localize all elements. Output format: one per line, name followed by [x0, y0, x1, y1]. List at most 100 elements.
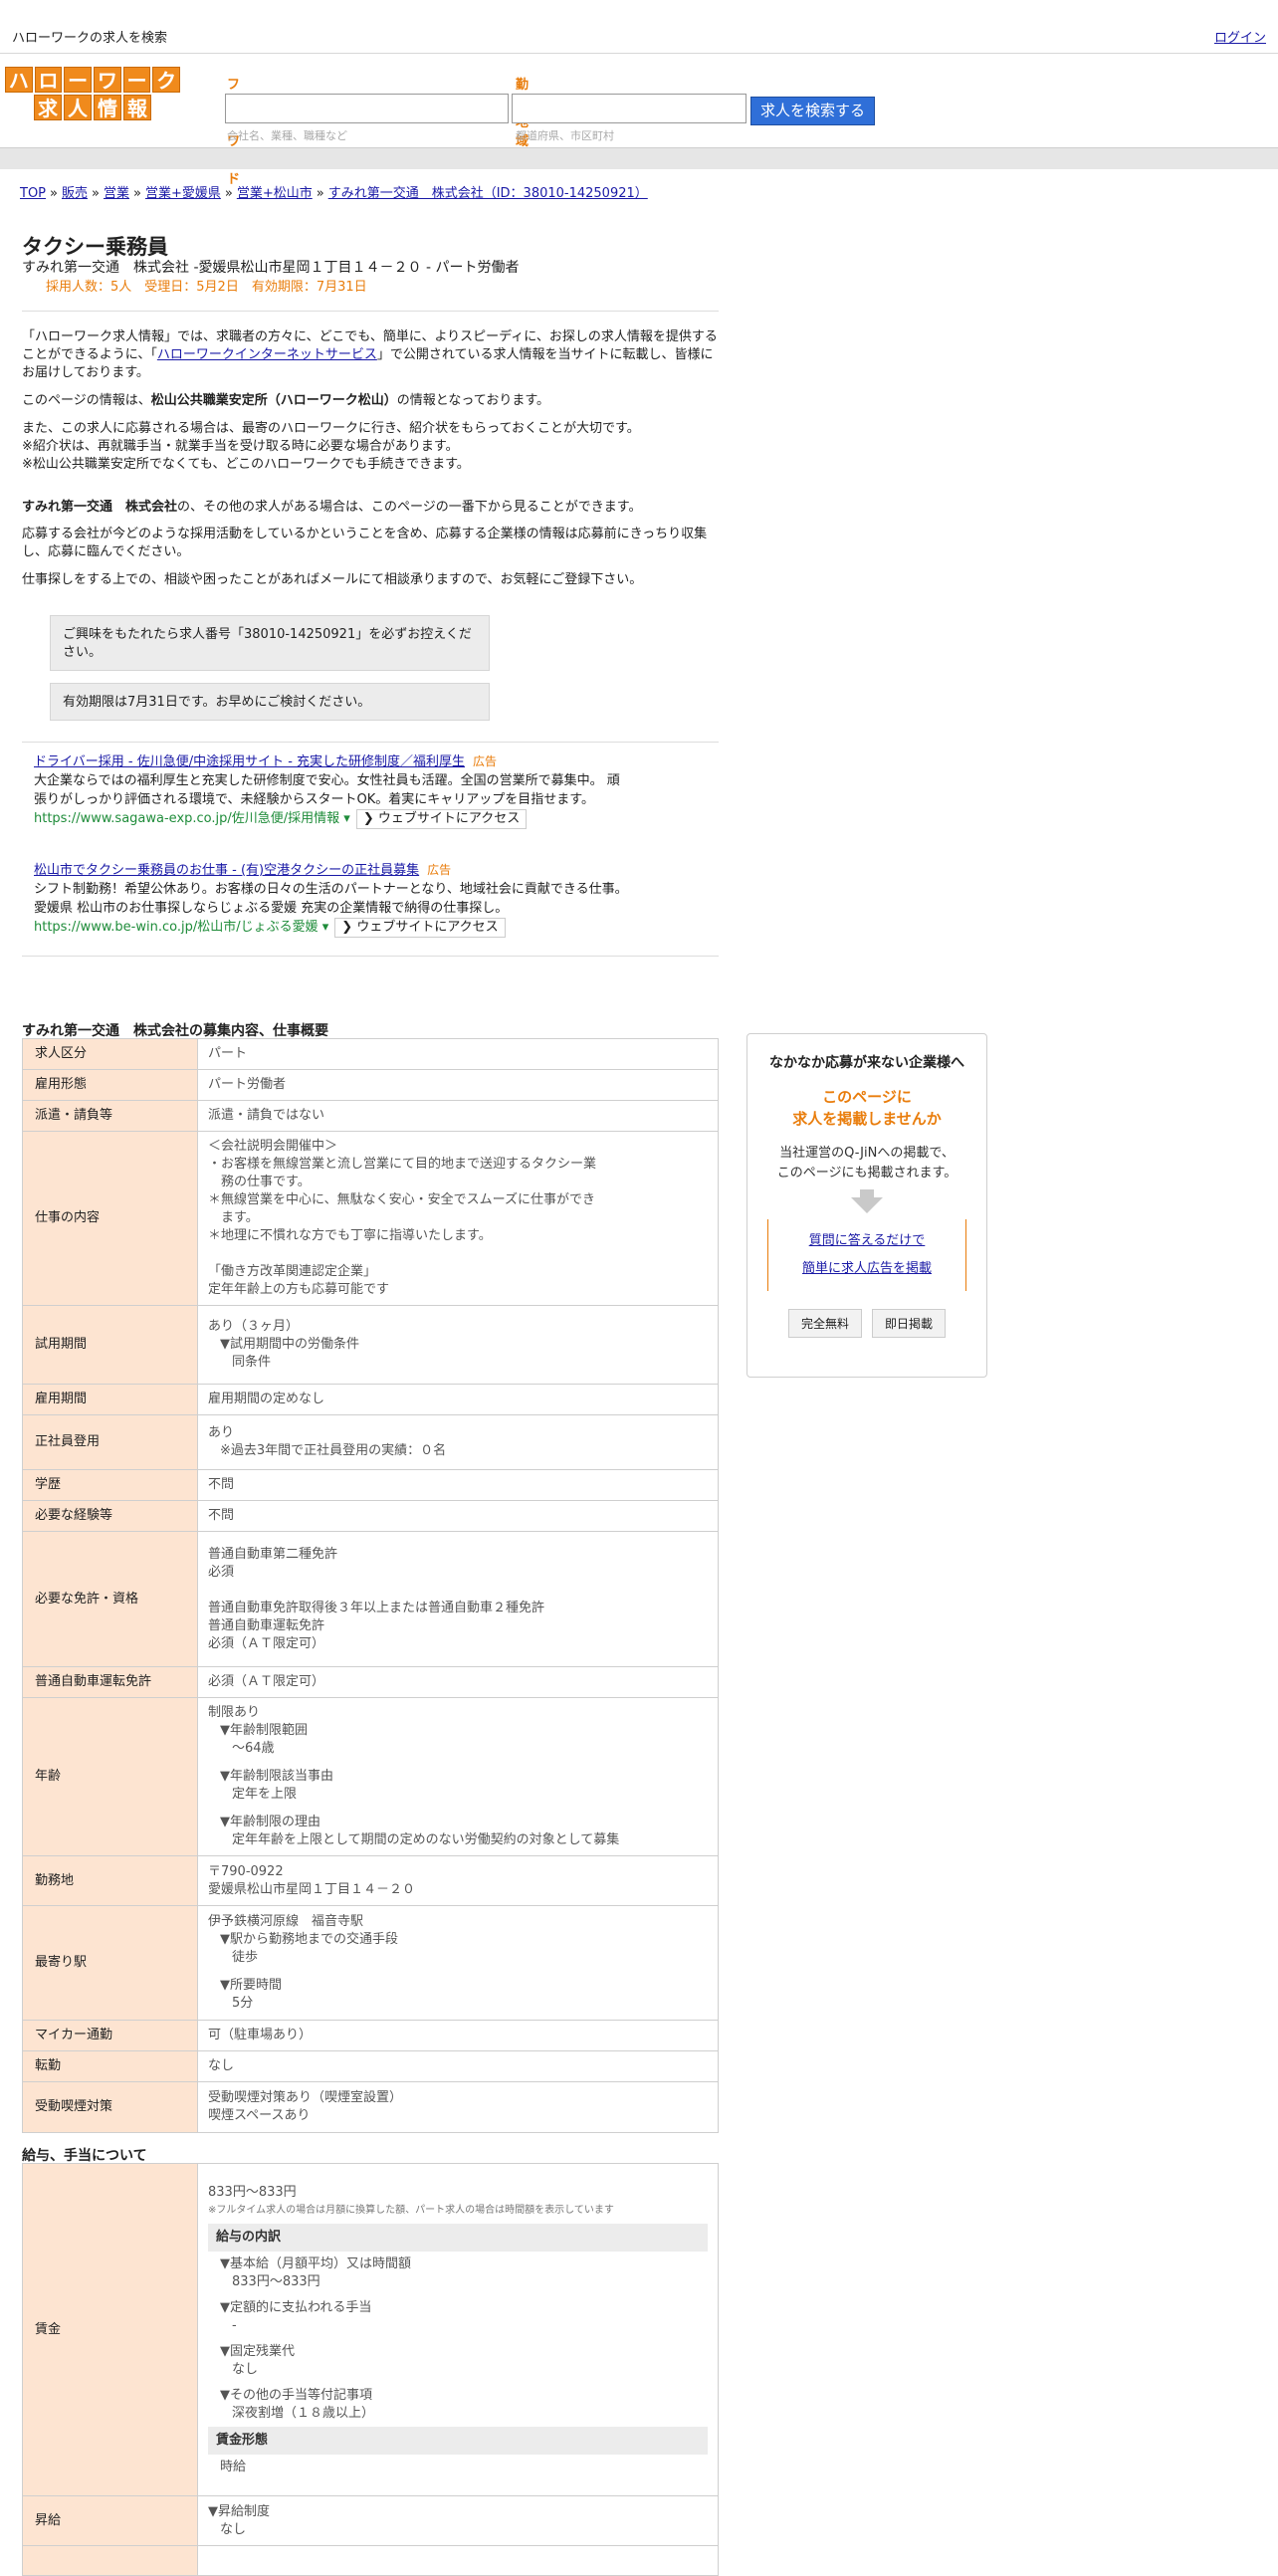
section-title-salary: 給与、手当について [22, 2148, 147, 2164]
intro-paragraph-3: また、この求人に応募される場合は、最寄のハローワークに行き、紹介状をもらっておく… [22, 421, 640, 472]
arrow-down-icon [851, 1197, 883, 1213]
row-label: 雇用期間 [22, 1384, 198, 1415]
freeword-hint: 会社名、業種、職種など [227, 129, 347, 142]
logo-char: ー [122, 67, 151, 93]
breadcrumb-company[interactable]: すみれ第一交通 株式会社（ID：38010-14250921） [328, 186, 648, 201]
promo-highlight: このページに 求人を掲載しませんか [792, 1088, 942, 1128]
breadcrumb-eigyo-matsuyama[interactable]: 営業+松山市 [237, 186, 313, 201]
row-label: 学歴 [22, 1469, 198, 1501]
row-label: 雇用形態 [22, 1069, 198, 1101]
logo-char: ハ [4, 67, 33, 93]
search-button[interactable]: 求人を検索する [750, 97, 875, 125]
table-row: マイカー通勤 可（駐車場あり） [22, 2020, 719, 2051]
salary-type-header: 賃金形態 [208, 2426, 708, 2455]
table-row: 賃金 833円〜833円 ※フルタイム求人の場合は月額に換算した額、パート求人の… [22, 2163, 719, 2496]
logo-char: 求 [34, 95, 62, 120]
row-label: マイカー通勤 [22, 2020, 198, 2051]
visit-website-button[interactable]: ❯ ウェブサイトにアクセス [355, 809, 528, 829]
table-row: 求人区分 パート [22, 1038, 719, 1070]
row-label: 仕事の内容 [22, 1131, 198, 1306]
row-value: 必須（ＡＴ限定可） [197, 1666, 719, 1698]
row-value: 受動喫煙対策あり（喫煙室設置） 喫煙スペースあり [197, 2081, 719, 2133]
intro-paragraph-6: 仕事探しをする上での、相談や困ったことがあればメールにて相談承りますので、お気軽… [22, 572, 643, 587]
table-row: 必要な免許・資格 普通自動車第二種免許 必須 普通自動車免許取得後３年以上または普通… [22, 1531, 719, 1667]
table-row: 最寄り駅 伊予鉄横河原線 福音寺駅 ▼駅から勤務地までの交通手段 徒歩 ▼所要時間 5分 [22, 1905, 719, 2021]
top-bar: ハローワークの求人を検索 ログイン [0, 0, 1278, 54]
site-name: ハローワークの求人を検索 [12, 31, 168, 46]
row-label: 年齢 [22, 1697, 198, 1856]
row-label: 転勤 [22, 2050, 198, 2082]
promo-link-question[interactable]: 質問に答えるだけで [809, 1233, 926, 1248]
logo-char: ロ [34, 67, 63, 93]
row-value: あり ※過去3年間で正社員登用の実績：０名 [197, 1414, 719, 1470]
table-row: 年齢 制限あり ▼年齢制限範囲 〜64歳 ▼年齢制限該当事由 定年を上限 ▼年齢制限の理由… [22, 1697, 719, 1856]
row-value: パート労働者 [197, 1069, 719, 1101]
row-label: 昇給 [22, 2495, 198, 2546]
free-badge[interactable]: 完全無料 [787, 1309, 862, 1338]
advertise-promo-box: なかなか応募が来ない企業様へ このページに 求人を掲載しませんか 当社運営のQ-J… [746, 1033, 987, 1378]
row-label: 受動喫煙対策 [22, 2081, 198, 2133]
table-row: 昇給 ▼昇給制度 なし [22, 2495, 719, 2546]
table-row: 転勤 なし [22, 2050, 719, 2082]
table-row: 雇用形態 パート労働者 [22, 1069, 719, 1101]
login-link[interactable]: ログイン [1214, 27, 1266, 46]
row-label [22, 2545, 198, 2576]
logo-char: ク [152, 67, 181, 93]
row-label: 勤務地 [22, 1855, 198, 1906]
freeword-input[interactable] [225, 94, 509, 123]
row-value: 可（駐車場あり） [197, 2020, 719, 2051]
table-row [22, 2545, 719, 2576]
breadcrumb-eigyo[interactable]: 営業 [104, 186, 129, 201]
row-value: パート [197, 1038, 719, 1070]
logo-char: 報 [123, 95, 151, 120]
promo-heading: なかなか応募が来ない企業様へ [769, 1055, 964, 1071]
table-row: 試用期間 あり（３ヶ月） ▼試用期間中の労働条件 同条件 [22, 1305, 719, 1385]
divider [22, 742, 719, 743]
job-meta: 採用人数：5人 受理日：5月2日 有効期限：7月31日 [46, 280, 367, 295]
ad-block: 松山市でタクシー乗務員のお仕事 - (有)空港タクシーの正社員募集 広告 シフト制… [34, 861, 671, 938]
row-value: 普通自動車第二種免許 必須 普通自動車免許取得後３年以上または普通自動車２種免許 普通… [197, 1531, 719, 1667]
table-row: 雇用期間 雇用期間の定めなし [22, 1384, 719, 1415]
site-logo[interactable]: ハローワーク 求人情報 [4, 66, 181, 123]
row-label: 賃金 [22, 2163, 198, 2496]
same-day-badge[interactable]: 即日掲載 [872, 1309, 947, 1338]
ad-url[interactable]: https://www.be-win.co.jp/松山市/じょぶる愛媛 [34, 920, 319, 935]
row-value: 〒790-0922 愛媛県松山市星岡１丁目１４－２０ [197, 1855, 719, 1906]
arrow-down-icon [860, 1189, 874, 1197]
area-input[interactable] [512, 94, 746, 123]
breadcrumb-eigyo-ehime[interactable]: 営業+愛媛県 [145, 186, 221, 201]
intro-paragraph-2: このページの情報は、松山公共職業安定所（ハローワーク松山）の情報となっております… [22, 393, 550, 408]
row-value: あり（３ヶ月） ▼試用期間中の労働条件 同条件 [197, 1305, 719, 1385]
row-label: 必要な免許・資格 [22, 1531, 198, 1667]
row-value: 不問 [197, 1469, 719, 1501]
row-value: 833円〜833円 ※フルタイム求人の場合は月額に換算した額、パート求人の場合は… [197, 2163, 719, 2496]
row-value: ▼昇給制度 なし [197, 2495, 719, 2546]
ad-title-link[interactable]: 松山市でタクシー乗務員のお仕事 - (有)空港タクシーの正社員募集 [34, 863, 419, 878]
job-subtitle: すみれ第一交通 株式会社 -愛媛県松山市星岡１丁目１４－２０ - パート労働者 [22, 260, 520, 276]
row-value: なし [197, 2050, 719, 2082]
row-value [197, 2545, 719, 2576]
promo-link-post[interactable]: 簡単に求人広告を掲載 [802, 1261, 932, 1276]
job-detail-table: 求人区分 パート 雇用形態 パート労働者 派遣・請負等 派遣・請負ではない 仕事の内容… [22, 1038, 719, 2133]
row-label: 普通自動車運転免許 [22, 1666, 198, 1698]
table-row: 勤務地 〒790-0922 愛媛県松山市星岡１丁目１４－２０ [22, 1855, 719, 1906]
area-hint: 都道府県、市区町村 [516, 129, 614, 142]
row-label: 正社員登用 [22, 1414, 198, 1470]
ad-url[interactable]: https://www.sagawa-exp.co.jp/佐川急便/採用情報 [34, 811, 339, 826]
hellowork-internet-link[interactable]: ハローワークインターネットサービス [157, 347, 377, 362]
section-title-overview: すみれ第一交通 株式会社の募集内容、仕事概要 [22, 1023, 328, 1039]
logo-char: ワ [94, 67, 121, 93]
row-value: 雇用期間の定めなし [197, 1384, 719, 1415]
row-value: 制限あり ▼年齢制限範囲 〜64歳 ▼年齢制限該当事由 定年を上限 ▼年齢制限の理由 定年年… [197, 1697, 719, 1856]
visit-website-button[interactable]: ❯ ウェブサイトにアクセス [334, 918, 506, 938]
table-row: 派遣・請負等 派遣・請負ではない [22, 1100, 719, 1132]
logo-char: 人 [64, 95, 92, 120]
row-value: 伊予鉄横河原線 福音寺駅 ▼駅から勤務地までの交通手段 徒歩 ▼所要時間 5分 [197, 1905, 719, 2021]
breadcrumb-sales[interactable]: 販売 [62, 186, 88, 201]
row-value: ＜会社説明会開催中＞ ・お客様を無線営業と流し営業にて目的地まで送迎するタクシー業… [197, 1131, 719, 1306]
breadcrumb-top[interactable]: TOP [20, 186, 46, 201]
intro-paragraph-1: 「ハローワーク求人情報」では、求職者の方々に、どこでも、簡単に、よりスピーディに… [22, 329, 718, 380]
row-value: 派遣・請負ではない [197, 1100, 719, 1132]
row-label: 最寄り駅 [22, 1905, 198, 2021]
ad-title-link[interactable]: ドライバー採用 - 佐川急便/中途採用サイト - 充実した研修制度／福利厚生 [34, 754, 465, 769]
